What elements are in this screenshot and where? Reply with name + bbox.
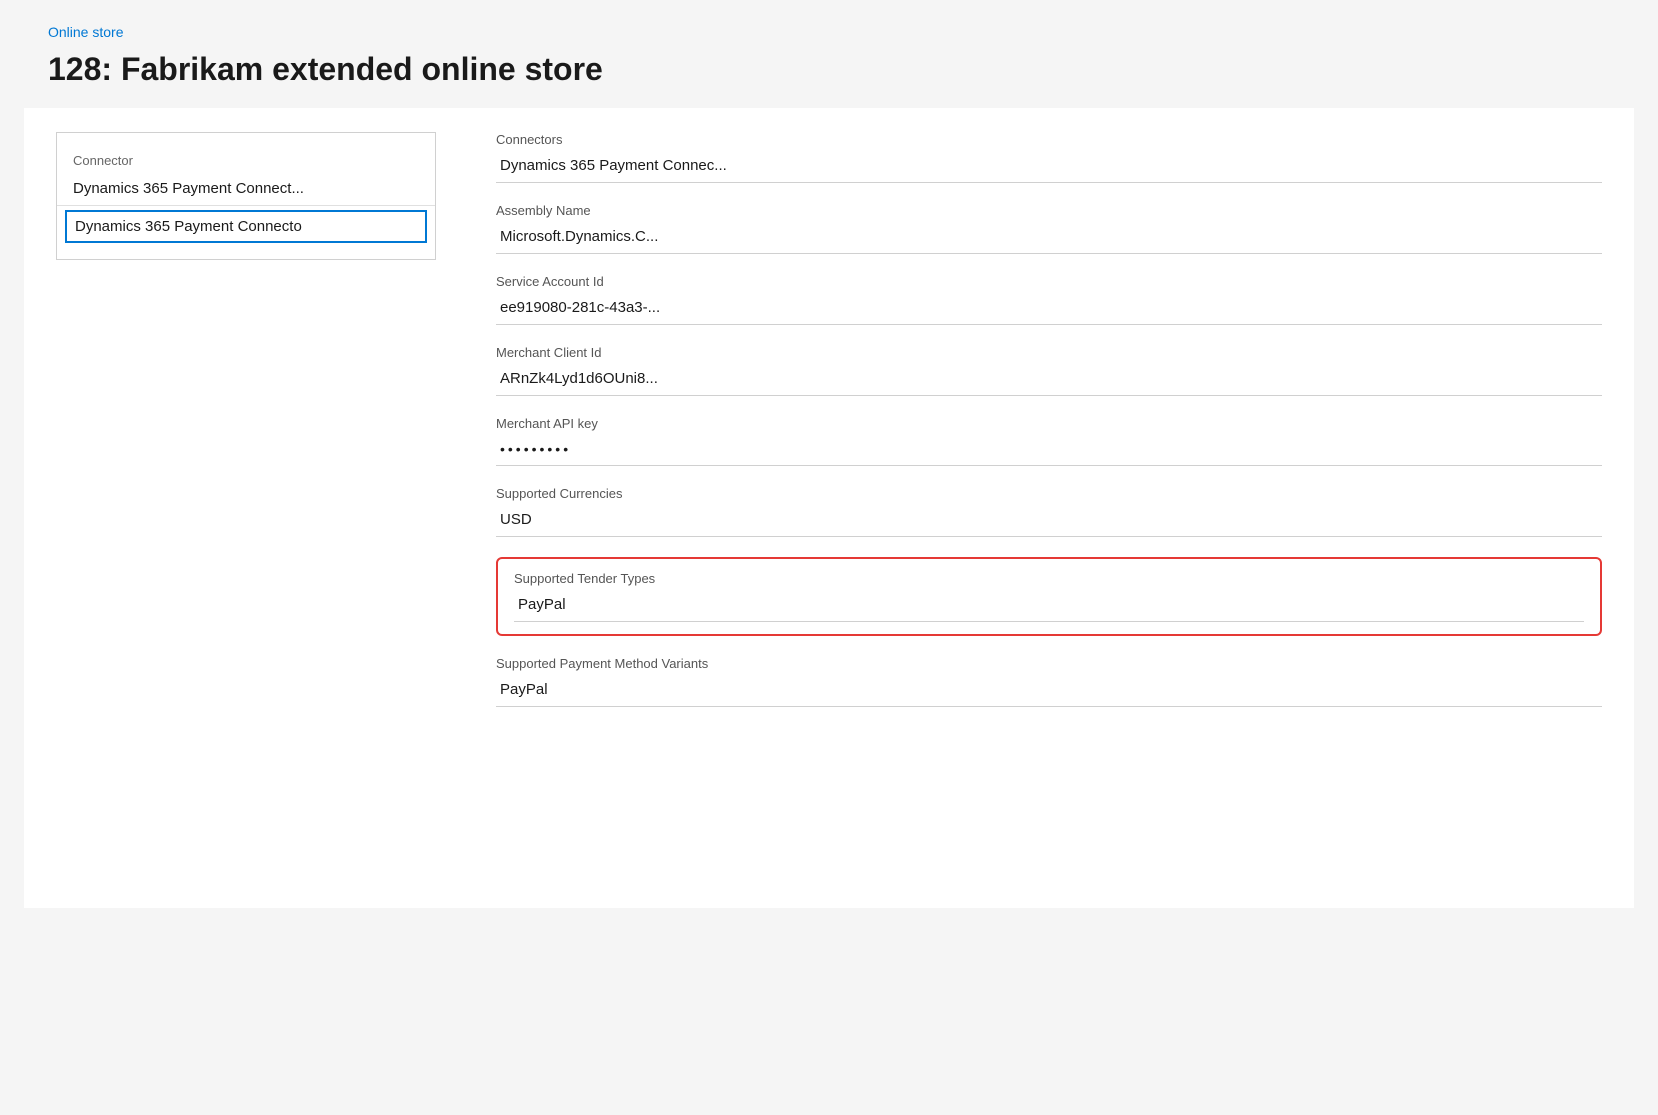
field-value-supported-tender-types: PayPal — [514, 590, 1584, 622]
field-value-supported-currencies: USD — [496, 505, 1602, 537]
field-merchant-client-id: Merchant Client Id ARnZk4Lyd1d6OUni8... — [496, 345, 1602, 396]
connector-item-2[interactable]: Dynamics 365 Payment Connecto — [65, 210, 427, 243]
field-value-assembly-name: Microsoft.Dynamics.C... — [496, 222, 1602, 254]
field-value-service-account-id: ee919080-281c-43a3-... — [496, 293, 1602, 325]
field-label-service-account-id: Service Account Id — [496, 274, 1602, 289]
field-label-assembly-name: Assembly Name — [496, 203, 1602, 218]
field-service-account-id: Service Account Id ee919080-281c-43a3-..… — [496, 274, 1602, 325]
page-title: 128: Fabrikam extended online store — [48, 50, 1610, 88]
field-label-connectors: Connectors — [496, 132, 1602, 147]
field-supported-currencies: Supported Currencies USD — [496, 486, 1602, 537]
field-value-connectors: Dynamics 365 Payment Connec... — [496, 151, 1602, 183]
field-label-supported-tender-types: Supported Tender Types — [514, 571, 1584, 586]
field-label-merchant-client-id: Merchant Client Id — [496, 345, 1602, 360]
connector-item-1[interactable]: Dynamics 365 Payment Connect... — [57, 172, 435, 206]
field-value-supported-payment-method-variants: PayPal — [496, 675, 1602, 707]
field-label-merchant-api-key: Merchant API key — [496, 416, 1602, 431]
connector-panel-label: Connector — [57, 145, 435, 172]
content-area: Connector Dynamics 365 Payment Connect..… — [24, 108, 1634, 908]
field-supported-tender-types-highlighted: Supported Tender Types PayPal — [496, 557, 1602, 636]
field-supported-payment-method-variants: Supported Payment Method Variants PayPal — [496, 656, 1602, 707]
field-label-supported-payment-method-variants: Supported Payment Method Variants — [496, 656, 1602, 671]
field-assembly-name: Assembly Name Microsoft.Dynamics.C... — [496, 203, 1602, 254]
right-panel: Connectors Dynamics 365 Payment Connec..… — [496, 132, 1602, 884]
field-value-merchant-client-id: ARnZk4Lyd1d6OUni8... — [496, 364, 1602, 396]
breadcrumb[interactable]: Online store — [48, 24, 123, 40]
header-area: Online store 128: Fabrikam extended onli… — [0, 0, 1658, 108]
field-value-merchant-api-key: ••••••••• — [496, 435, 1602, 466]
field-connectors: Connectors Dynamics 365 Payment Connec..… — [496, 132, 1602, 183]
left-panel: Connector Dynamics 365 Payment Connect..… — [56, 132, 436, 260]
page-wrapper: Online store 128: Fabrikam extended onli… — [0, 0, 1658, 908]
field-label-supported-currencies: Supported Currencies — [496, 486, 1602, 501]
field-merchant-api-key: Merchant API key ••••••••• — [496, 416, 1602, 466]
